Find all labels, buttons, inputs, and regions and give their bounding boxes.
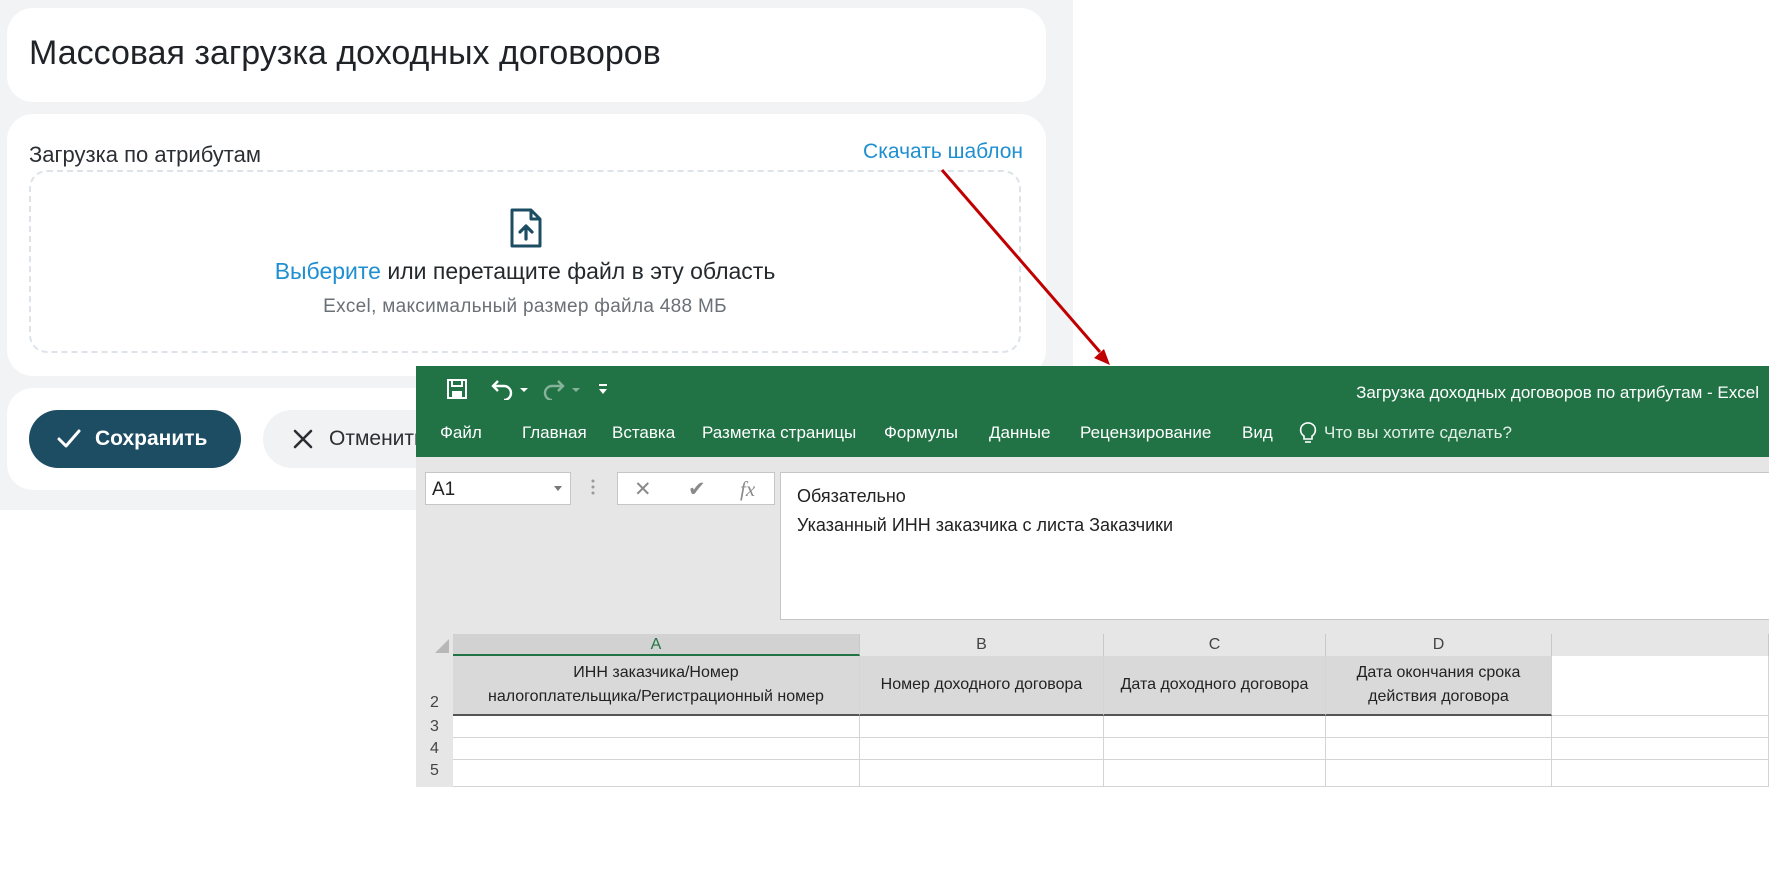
table-cell[interactable]: [860, 760, 1104, 787]
menu-data[interactable]: Данные: [989, 423, 1050, 443]
table-cell[interactable]: [453, 760, 860, 787]
formula-line-1: Обязательно: [797, 486, 906, 506]
menu-formulas[interactable]: Формулы: [884, 423, 958, 443]
header-cell-b2[interactable]: Номер доходного договора: [860, 656, 1104, 716]
table-cell[interactable]: [1552, 738, 1769, 760]
excel-ribbon: Загрузка доходных договоров по атрибутам…: [416, 366, 1769, 457]
header-cell-c2[interactable]: Дата доходного договора: [1104, 656, 1326, 716]
table-cell[interactable]: [453, 716, 860, 738]
header-cell-e2[interactable]: [1552, 656, 1769, 716]
header-c-text: Дата доходного договора: [1120, 676, 1309, 693]
table-cell[interactable]: [860, 738, 1104, 760]
row-header-3[interactable]: 3: [416, 716, 452, 738]
formula-bar-splitter-icon[interactable]: [591, 478, 595, 496]
menu-file[interactable]: Файл: [440, 423, 482, 443]
row-header-4[interactable]: 4: [416, 738, 452, 760]
table-cell[interactable]: [1326, 738, 1552, 760]
table-cell[interactable]: [1326, 716, 1552, 738]
name-box-value: A1: [432, 479, 456, 500]
lightbulb-icon: [1299, 422, 1317, 443]
excel-window-title: Загрузка доходных договоров по атрибутам…: [1356, 383, 1759, 402]
formula-buttons: ✕ ✔ fx: [617, 472, 775, 505]
confirm-entry-icon[interactable]: ✔: [688, 477, 706, 502]
header-cell-d2[interactable]: Дата окончания срока действия договора: [1326, 656, 1552, 716]
formula-bar[interactable]: Обязательно Указанный ИНН заказчика с ли…: [780, 472, 1769, 620]
table-cell[interactable]: [1552, 760, 1769, 787]
menu-insert[interactable]: Вставка: [612, 423, 675, 443]
spreadsheet-grid: A B C D 2 3 4 5 ИНН заказчика/Номер налог…: [416, 634, 1769, 787]
table-cell[interactable]: [1104, 716, 1326, 738]
column-header-e[interactable]: [1552, 634, 1769, 656]
cancel-entry-icon[interactable]: ✕: [634, 477, 652, 502]
header-a-line-1: ИНН заказчика/Номер: [573, 664, 739, 681]
name-box[interactable]: A1: [425, 472, 571, 505]
table-cell[interactable]: [1104, 760, 1326, 787]
menu-review[interactable]: Рецензирование: [1080, 423, 1211, 443]
menu-home[interactable]: Главная: [522, 423, 587, 443]
table-cell[interactable]: [1326, 760, 1552, 787]
customize-qat-icon[interactable]: [596, 382, 610, 396]
header-d-line-1: Дата окончания срока: [1356, 664, 1521, 681]
column-header-a[interactable]: A: [453, 634, 860, 656]
table-cell[interactable]: [1552, 716, 1769, 738]
header-d-line-2: действия договора: [1368, 688, 1509, 705]
tell-me-text: Что вы хотите сделать?: [1324, 423, 1512, 442]
header-a-line-2: налогоплательщика/Регистрационный номер: [488, 688, 824, 705]
column-header-b[interactable]: B: [860, 634, 1104, 656]
table-cell[interactable]: [860, 716, 1104, 738]
table-cell[interactable]: [1104, 738, 1326, 760]
redo-icon[interactable]: [540, 378, 584, 400]
header-b-text: Номер доходного договора: [880, 676, 1083, 693]
select-all-corner[interactable]: [416, 634, 452, 656]
row-header-2[interactable]: 2: [416, 656, 452, 716]
formula-line-2: Указанный ИНН заказчика с листа Заказчик…: [797, 515, 1174, 535]
column-header-d[interactable]: D: [1326, 634, 1552, 656]
table-cell[interactable]: [453, 738, 860, 760]
insert-function-icon[interactable]: fx: [740, 477, 755, 502]
undo-icon[interactable]: [488, 378, 532, 400]
menu-view[interactable]: Вид: [1242, 423, 1273, 443]
row-header-5[interactable]: 5: [416, 760, 452, 787]
dropdown-icon: [554, 486, 562, 491]
save-icon[interactable]: [446, 378, 468, 400]
menu-page-layout[interactable]: Разметка страницы: [702, 423, 856, 443]
column-header-c[interactable]: C: [1104, 634, 1326, 656]
cells-area: ИНН заказчика/Номер налогоплательщика/Рег…: [453, 656, 1769, 787]
excel-window: Загрузка доходных договоров по атрибутам…: [416, 366, 1769, 787]
header-cell-a2[interactable]: ИНН заказчика/Номер налогоплательщика/Рег…: [453, 656, 860, 716]
